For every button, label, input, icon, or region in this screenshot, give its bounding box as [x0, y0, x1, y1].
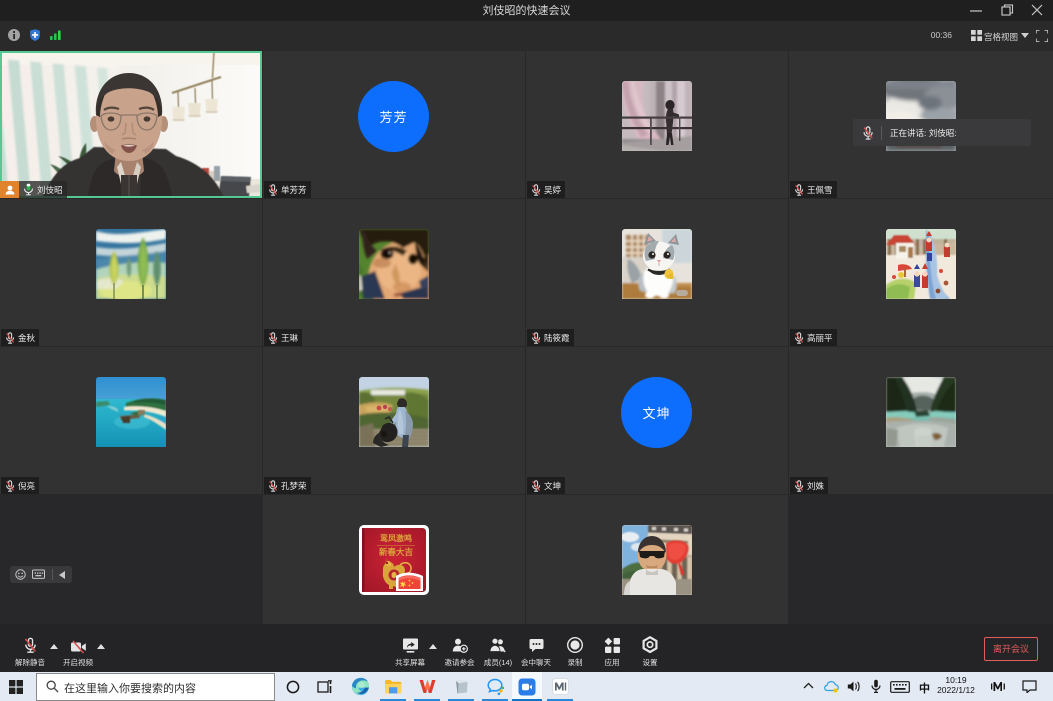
svg-text:鸾凤激鸣: 鸾凤激鸣 [380, 533, 412, 543]
svg-text:新春大吉: 新春大吉 [379, 547, 414, 557]
